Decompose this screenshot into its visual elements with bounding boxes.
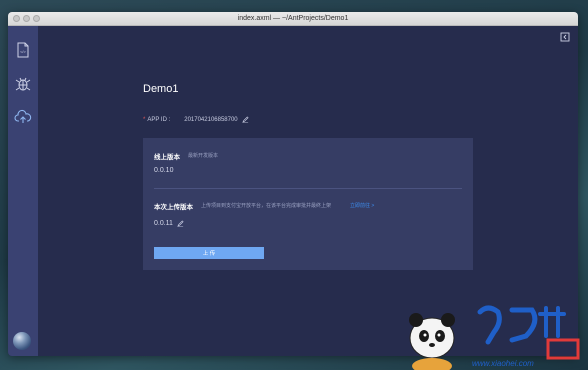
- edit-app-id-icon[interactable]: [241, 116, 249, 123]
- go-now-link[interactable]: 立即前往 >: [350, 202, 374, 209]
- upload-button[interactable]: 上 传: [154, 247, 264, 259]
- collapse-panel-icon[interactable]: [560, 32, 570, 42]
- sidebar-item-debug[interactable]: [14, 75, 32, 93]
- divider: [154, 188, 462, 189]
- file-icon: </>: [17, 42, 29, 58]
- version-card: 线上版本 最新开发版本 0.0.10 本次上传版本 上传项目到支付宝开放平台，在…: [143, 138, 473, 270]
- upload-description: 上传项目到支付宝开放平台，在该平台完成审批并最终上架: [201, 203, 332, 209]
- user-avatar[interactable]: [13, 332, 31, 350]
- upload-version-title: 本次上传版本: [154, 204, 193, 211]
- sidebar: </>: [8, 26, 38, 356]
- bug-icon: [15, 77, 31, 91]
- app-name: Demo1: [143, 83, 179, 95]
- app-id-label: APP ID :: [147, 116, 171, 123]
- upload-version-row: 0.0.11: [154, 220, 184, 227]
- online-version-subtitle: 最新开发版本: [188, 153, 219, 159]
- online-version-title: 线上版本: [154, 154, 180, 161]
- app-id-value: 2017042106858700: [184, 116, 238, 123]
- svg-text:www.xiaohei.com: www.xiaohei.com: [472, 359, 534, 368]
- svg-text:</>: </>: [20, 49, 26, 54]
- sidebar-item-file[interactable]: </>: [14, 41, 32, 59]
- required-mark: *: [143, 116, 146, 123]
- watermark-logo: www.xiaohei.com: [409, 305, 580, 370]
- upload-version-value: 0.0.11: [154, 220, 173, 227]
- edit-version-icon[interactable]: [177, 220, 184, 227]
- window-title: index.axml — ~/AntProjects/Demo1: [237, 15, 349, 22]
- sidebar-item-upload[interactable]: [14, 108, 32, 126]
- title-bar: index.axml — ~/AntProjects/Demo1: [8, 12, 578, 26]
- online-version-value: 0.0.10: [154, 167, 174, 174]
- app-id-row: * APP ID : 2017042106858700: [143, 116, 249, 123]
- cloud-upload-icon: [14, 109, 32, 123]
